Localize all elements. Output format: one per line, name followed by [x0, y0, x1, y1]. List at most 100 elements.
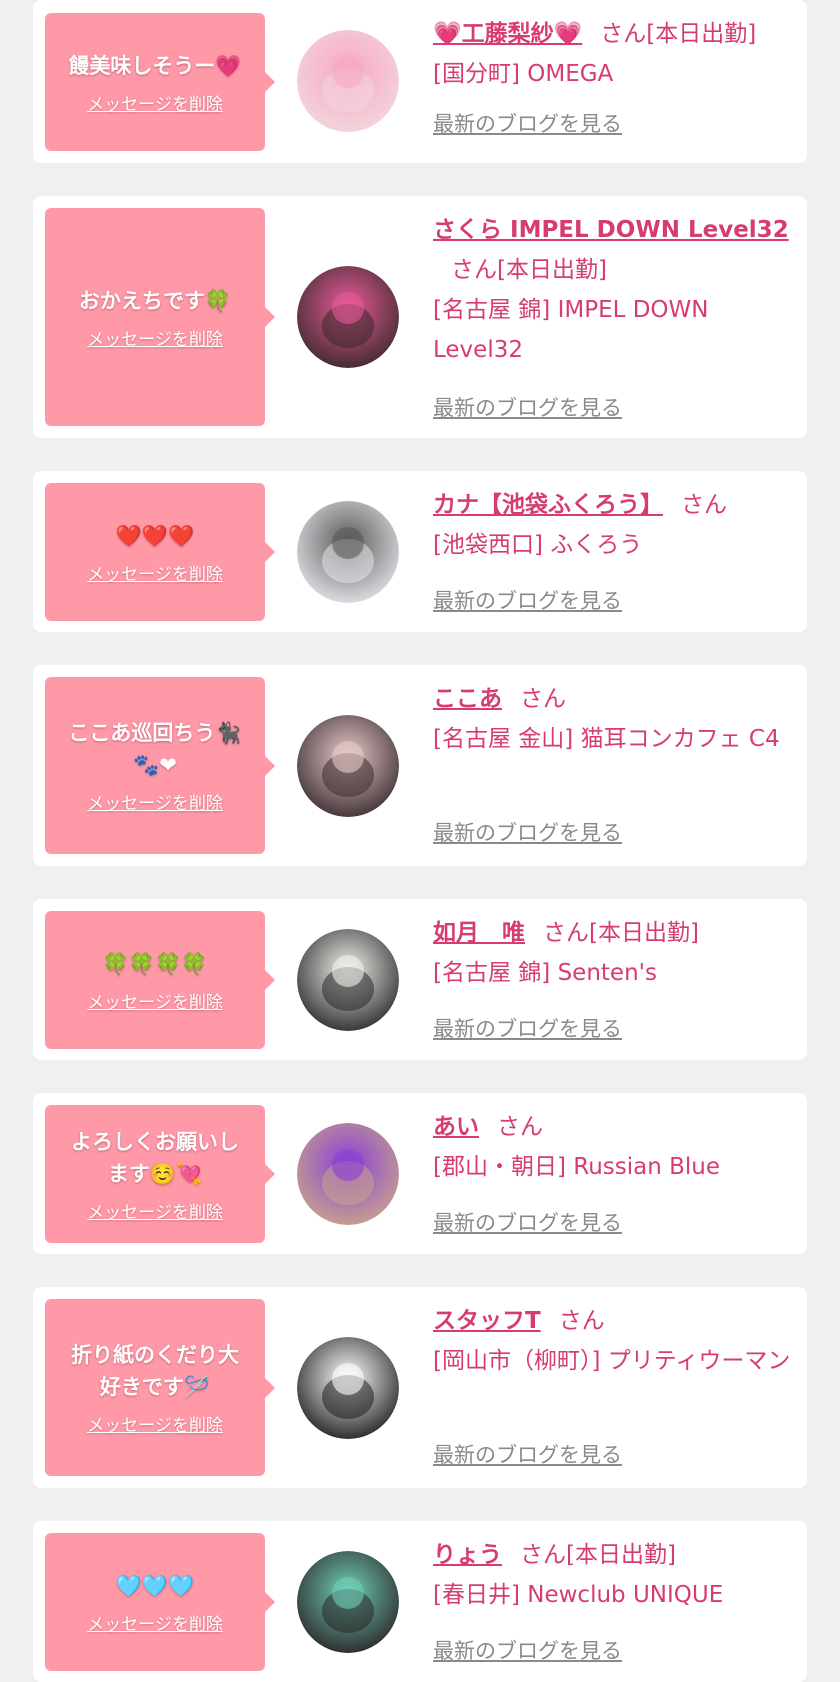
honorific: さん [558, 1308, 605, 1334]
cast-info: 如月 唯さん[本日出勤] [名古屋 錦] Senten's [433, 913, 795, 993]
message-card: ❤️❤️❤️ メッセージを削除 カナ【池袋ふくろう】 さん [池袋西口] ふくろう最新の… [33, 471, 807, 632]
avatar-photo [297, 1551, 399, 1653]
message-bubble: 🍀🍀🍀🍀 メッセージを削除 [45, 911, 275, 1049]
cast-avatar[interactable] [297, 929, 399, 1031]
cast-name-line: 如月 唯さん[本日出勤] [433, 913, 795, 953]
cast-avatar[interactable] [297, 1123, 399, 1225]
message-card: ここあ巡回ちう🐈‍⬛ 🐾❤ メッセージを削除 ここあ さん [名古屋 金山] 猫耳コンカフ… [33, 665, 807, 866]
delete-message-link[interactable]: メッセージを削除 [87, 988, 223, 1013]
delete-message-link[interactable]: メッセージを削除 [87, 1198, 223, 1223]
honorific: さん [543, 920, 589, 946]
delete-message-link[interactable]: メッセージを削除 [87, 1610, 223, 1635]
cast-avatar[interactable] [297, 266, 399, 368]
message-bubble: 🩵🩵🩵 メッセージを削除 [45, 1533, 275, 1671]
cast-avatar[interactable] [297, 30, 399, 132]
delete-message-link[interactable]: メッセージを削除 [87, 325, 223, 350]
shop-name: [郡山・朝日] Russian Blue [433, 1154, 721, 1180]
cast-name-line: ここあ さん [433, 679, 795, 719]
message-bubble: 折り紙のくだり大 好きです🪡 メッセージを削除 [45, 1299, 275, 1476]
message-bubble: よろしくお願いし ます☺️💘 メッセージを削除 [45, 1105, 275, 1243]
cast-name-link[interactable]: カナ【池袋ふくろう】 [433, 492, 663, 518]
cast-avatar[interactable] [297, 715, 399, 817]
message-bubble: ここあ巡回ちう🐈‍⬛ 🐾❤ メッセージを削除 [45, 677, 275, 854]
cast-name-link[interactable]: あい [433, 1114, 479, 1140]
cast-name-link[interactable]: さくら IMPEL DOWN Level32 [433, 217, 789, 243]
cast-avatar[interactable] [297, 1551, 399, 1653]
honorific: さん [520, 686, 566, 712]
cast-info: さくら IMPEL DOWN Level32 さん[本日出勤] [名古屋 錦] IM… [433, 210, 795, 370]
delete-message-link[interactable]: メッセージを削除 [87, 789, 223, 814]
cast-name-link[interactable]: りょう [433, 1542, 502, 1568]
delete-message-link[interactable]: メッセージを削除 [87, 1411, 223, 1436]
avatar-photo [297, 266, 399, 368]
message-text: 🍀🍀🍀🍀 [102, 951, 208, 976]
avatar-photo [297, 501, 399, 603]
message-card: 🍀🍀🍀🍀 メッセージを削除 如月 唯さん[本日出勤] [名古屋 錦] Senten's… [33, 899, 807, 1060]
shop-name: [池袋西口] ふくろう [433, 532, 643, 558]
latest-blog-link[interactable]: 最新のブログを見る [433, 1013, 622, 1043]
cast-info: りょう さん[本日出勤] [春日井] Newclub UNIQUE [433, 1535, 795, 1615]
latest-blog-link[interactable]: 最新のブログを見る [433, 585, 622, 615]
honorific: さん [520, 1542, 566, 1568]
message-text: ます☺️💘 [107, 1161, 203, 1186]
cast-name-line: あい さん [433, 1107, 795, 1147]
cast-name-line: スタッフT さん [433, 1301, 795, 1341]
cast-avatar[interactable] [297, 501, 399, 603]
message-text: おかえちです🍀 [78, 288, 232, 313]
cast-name-link[interactable]: 💗工藤梨紗💗 [433, 21, 582, 47]
cast-name-line: カナ【池袋ふくろう】 さん [433, 485, 795, 525]
message-card: 🩵🩵🩵 メッセージを削除 りょう さん[本日出勤] [春日井] Newclub UNIQ… [33, 1521, 807, 1682]
shop-name: [春日井] Newclub UNIQUE [433, 1582, 724, 1608]
cast-name-line: 💗工藤梨紗💗 さん[本日出勤] [433, 14, 795, 54]
latest-blog-link[interactable]: 最新のブログを見る [433, 108, 622, 138]
cast-info: スタッフT さん [岡山市（柳町）] プリティウーマン [433, 1301, 795, 1381]
avatar-photo [297, 1337, 399, 1439]
on-duty-badge: [本日出勤] [497, 257, 607, 283]
message-card: よろしくお願いし ます☺️💘 メッセージを削除 あい さん [郡山・朝日] Russian… [33, 1093, 807, 1254]
cast-name-link[interactable]: 如月 唯 [433, 920, 525, 946]
message-bubble: おかえちです🍀 メッセージを削除 [45, 208, 275, 426]
latest-blog-link[interactable]: 最新のブログを見る [433, 1635, 622, 1665]
shop-name: [名古屋 錦] IMPEL DOWN Level32 [433, 297, 709, 363]
latest-blog-link[interactable]: 最新のブログを見る [433, 1207, 622, 1237]
shop-name: [国分町] OMEGA [433, 61, 614, 87]
avatar-photo [297, 1123, 399, 1225]
cast-name-line: さくら IMPEL DOWN Level32 さん[本日出勤] [433, 210, 795, 290]
cast-avatar[interactable] [297, 1337, 399, 1439]
delete-message-link[interactable]: メッセージを削除 [87, 560, 223, 585]
cast-info: ここあ さん [名古屋 金山] 猫耳コンカフェ C4 [433, 679, 795, 759]
shop-name: [岡山市（柳町）] プリティウーマン [433, 1348, 791, 1374]
shop-name: [名古屋 金山] 猫耳コンカフェ C4 [433, 726, 780, 752]
message-card: 饅美味しそうー💗 メッセージを削除 💗工藤梨紗💗 さん[本日出勤] [国分町] OMEG… [33, 0, 807, 163]
honorific: さん [600, 21, 647, 47]
on-duty-badge: [本日出勤] [589, 920, 699, 946]
message-text: 饅美味しそうー💗 [68, 53, 242, 78]
message-card: 折り紙のくだり大 好きです🪡 メッセージを削除 スタッフT さん [岡山市（柳町）] プリ… [33, 1287, 807, 1488]
message-bubble: ❤️❤️❤️ メッセージを削除 [45, 483, 275, 621]
cast-info: 💗工藤梨紗💗 さん[本日出勤] [国分町] OMEGA [433, 14, 795, 94]
latest-blog-link[interactable]: 最新のブログを見る [433, 392, 622, 422]
delete-message-link[interactable]: メッセージを削除 [87, 90, 223, 115]
message-text: 🩵🩵🩵 [115, 1573, 195, 1598]
avatar-photo [297, 715, 399, 817]
cast-name-link[interactable]: ここあ [433, 686, 502, 712]
honorific: さん [681, 492, 727, 518]
message-bubble: 饅美味しそうー💗 メッセージを削除 [45, 13, 275, 151]
message-text: 折り紙のくだり大 [71, 1343, 239, 1367]
message-text: ❤️❤️❤️ [115, 523, 195, 548]
message-text: 🐾❤ [133, 753, 177, 777]
honorific: さん [451, 257, 497, 283]
latest-blog-link[interactable]: 最新のブログを見る [433, 817, 622, 847]
message-card: おかえちです🍀 メッセージを削除 さくら IMPEL DOWN Level32さん[… [33, 196, 807, 438]
on-duty-badge: [本日出勤] [566, 1542, 676, 1568]
avatar-photo [297, 929, 399, 1031]
message-list: 饅美味しそうー💗 メッセージを削除 💗工藤梨紗💗 さん[本日出勤] [国分町] OMEG… [0, 0, 840, 1682]
message-text: 好きです🪡 [99, 1375, 211, 1399]
latest-blog-link[interactable]: 最新のブログを見る [433, 1439, 622, 1469]
cast-name-link[interactable]: スタッフT [433, 1308, 541, 1334]
cast-info: あい さん [郡山・朝日] Russian Blue [433, 1107, 795, 1187]
shop-name: [名古屋 錦] Senten's [433, 960, 657, 986]
cast-name-line: りょう さん[本日出勤] [433, 1535, 795, 1575]
on-duty-badge: [本日出勤] [646, 21, 757, 47]
honorific: さん [497, 1114, 543, 1140]
